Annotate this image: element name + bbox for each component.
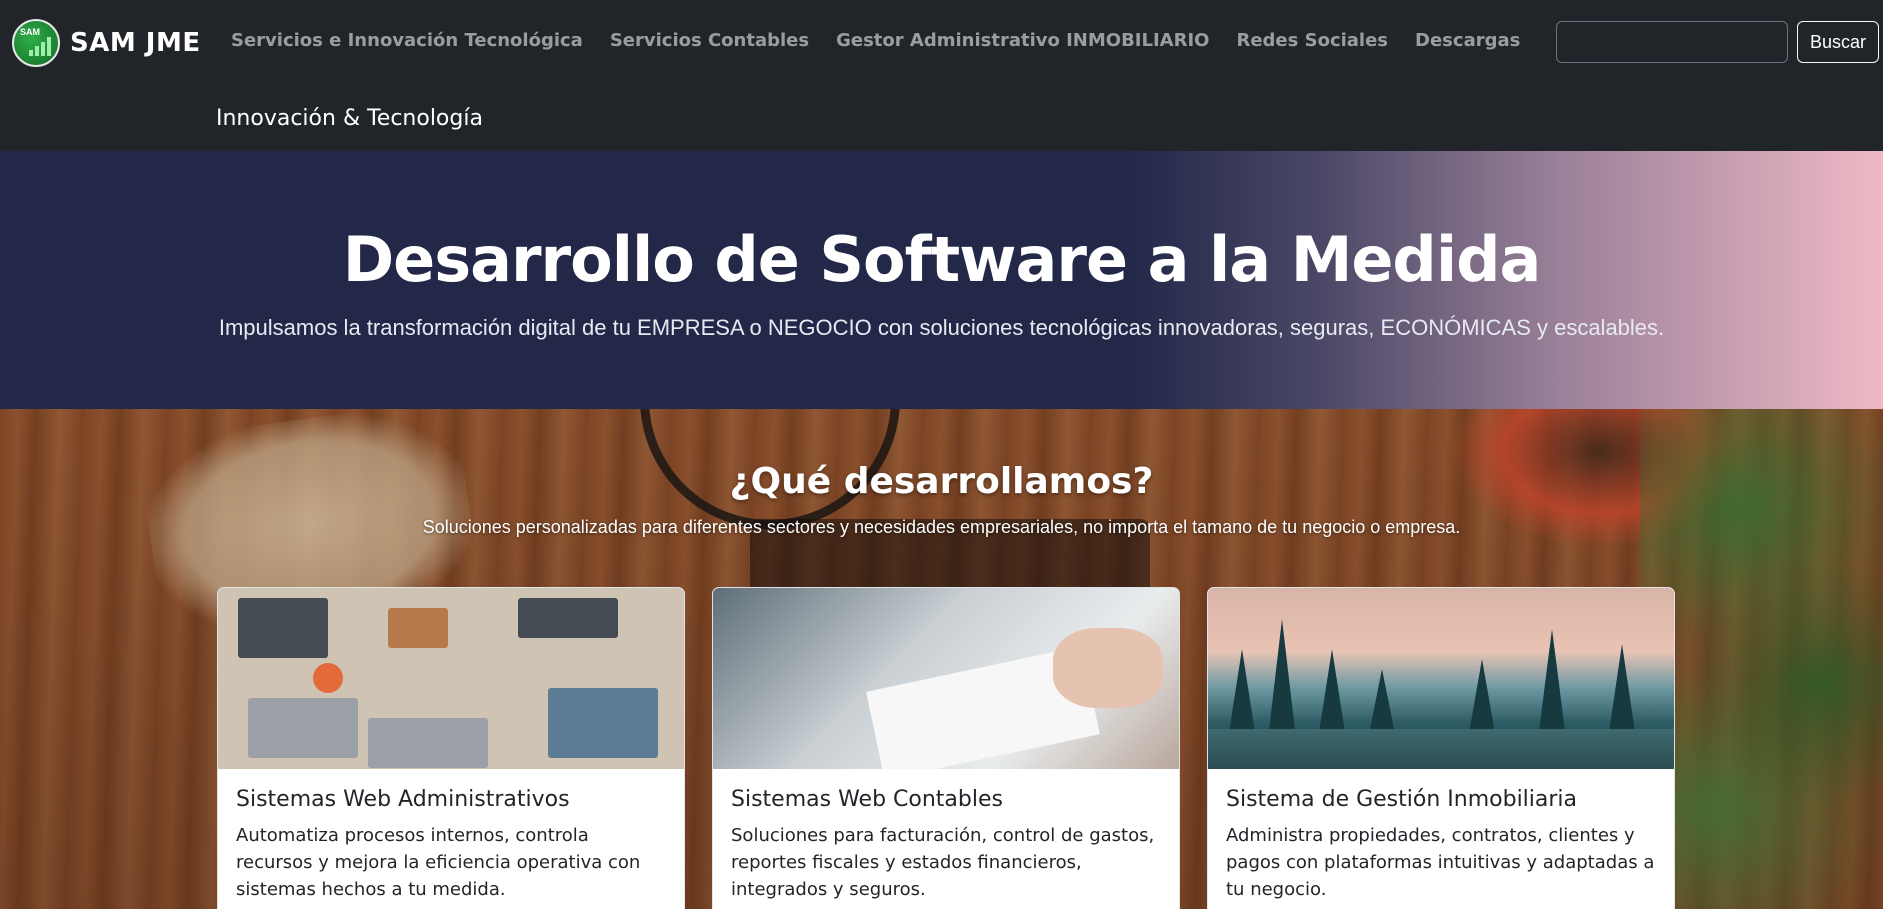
section-title: ¿Qué desarrollamos? <box>729 461 1154 502</box>
section-subtitle: Soluciones personalizadas para diferente… <box>422 517 1461 537</box>
nav-item-descargas[interactable]: Descargas <box>1415 30 1520 51</box>
navbar: SAM SAM JME Servicios e Innovación Tecno… <box>0 0 1883 151</box>
search-input[interactable] <box>1556 21 1788 63</box>
nav-item-servicios-contables[interactable]: Servicios Contables <box>610 30 809 51</box>
navbar-subtitle: Innovación & Tecnología <box>216 106 483 131</box>
card-text: Soluciones para facturación, control de … <box>731 825 1155 900</box>
card-title: Sistema de Gestión Inmobiliaria <box>1226 787 1578 812</box>
main-nav: Servicios e Innovación Tecnológica Servi… <box>231 30 1520 51</box>
card-text: Automatiza procesos internos, controla r… <box>236 825 641 900</box>
card-image-forest-landscape <box>1208 588 1674 769</box>
hero-banner: Desarrollo de Software a la Medida Impul… <box>0 151 1883 409</box>
nav-item-gestor-inmobiliario[interactable]: Gestor Administrativo INMOBILIARIO <box>836 30 1209 51</box>
hero-title: Desarrollo de Software a la Medida <box>342 223 1542 296</box>
brand-link[interactable]: SAM SAM JME <box>12 19 201 67</box>
nav-item-servicios-innovacion[interactable]: Servicios e Innovación Tecnológica <box>231 30 583 51</box>
card-image-accounting <box>713 588 1179 769</box>
service-card-contables[interactable]: Sistemas Web Contables Soluciones para f… <box>712 587 1180 909</box>
card-text: Administra propiedades, contratos, clien… <box>1226 825 1655 900</box>
service-card-administrativos[interactable]: Sistemas Web Administrativos Automatiza … <box>217 587 685 909</box>
service-card-inmobiliaria[interactable]: Sistema de Gestión Inmobiliaria Administ… <box>1207 587 1675 909</box>
services-section: ¿Qué desarrollamos? Soluciones personali… <box>0 409 1883 909</box>
card-title: Sistemas Web Administrativos <box>236 787 570 812</box>
card-image-desk-laptops <box>218 588 684 769</box>
hero-subtitle: Impulsamos la transformación digital de … <box>218 315 1665 340</box>
card-title: Sistemas Web Contables <box>731 787 1003 812</box>
search-button[interactable]: Buscar <box>1797 21 1879 63</box>
brand-name: SAM JME <box>70 28 201 58</box>
logo-icon: SAM <box>12 19 60 67</box>
nav-item-redes-sociales[interactable]: Redes Sociales <box>1236 30 1388 51</box>
logo-text: SAM <box>20 27 40 37</box>
